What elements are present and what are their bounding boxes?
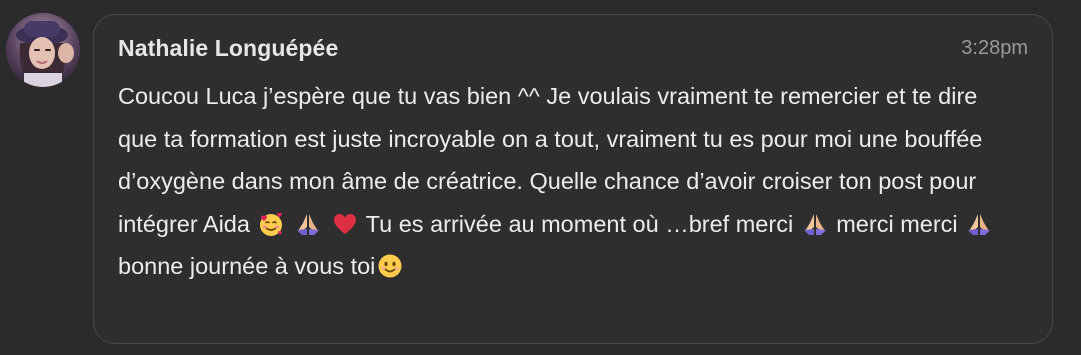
author-name[interactable]: Nathalie Longuépée [118,35,338,62]
message-timestamp: 3:28pm [961,37,1028,59]
message-text-segment [286,211,293,237]
profile-photo-icon [6,13,80,87]
folded-hands-icon [802,211,828,237]
message-text-segment: merci merci [829,210,965,237]
chat-message-row: Nathalie Longuépée 3:28pm Coucou Luca j’… [0,0,1081,355]
message-text-segment: bonne journée à vous toi [118,253,376,280]
red-heart-icon [332,211,358,237]
avatar[interactable] [6,13,80,87]
message-bubble: Nathalie Longuépée 3:28pm Coucou Luca j’… [93,14,1053,344]
smiling-face-with-hearts-icon [258,211,284,237]
folded-hands-icon [966,211,992,237]
smiling-face-icon [377,253,403,279]
message-text: Coucou Luca j’espère que tu vas bien ^^ … [118,75,1018,288]
message-text-segment: Tu es arrivée au moment où …bref merci [359,210,800,237]
folded-hands-icon [295,211,321,237]
message-text-segment [323,211,330,237]
